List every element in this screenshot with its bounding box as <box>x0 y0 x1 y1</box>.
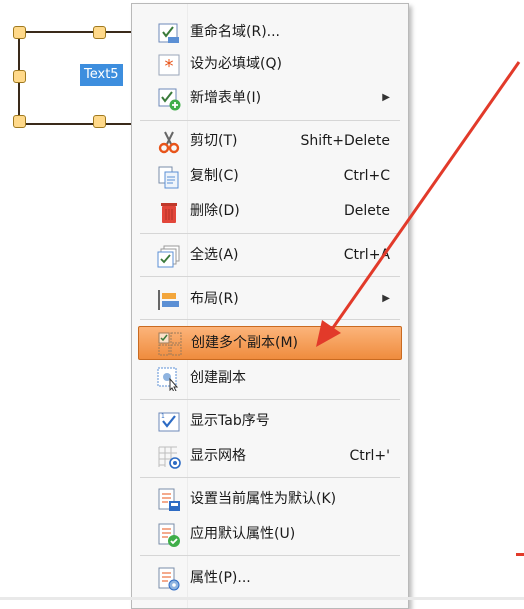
menu-separator <box>140 477 400 478</box>
copy-icon <box>157 165 181 189</box>
field-name-tag: Text5 <box>80 64 123 86</box>
required-asterisk-icon: * <box>157 53 181 77</box>
trash-icon <box>157 200 181 224</box>
submenu-arrow-icon: ▶ <box>382 92 390 103</box>
properties-icon <box>157 567 181 591</box>
svg-text:*: * <box>165 56 174 77</box>
resize-handle-top-middle[interactable] <box>93 26 106 39</box>
menu-item-layout[interactable]: 布局(R) ▶ <box>132 283 408 315</box>
menu-item-cut[interactable]: 剪切(T) Shift+Delete <box>132 125 408 157</box>
menu-separator <box>140 319 400 320</box>
menu-item-properties[interactable]: 属性(P)... <box>132 562 408 594</box>
resize-handle-bottom-middle[interactable] <box>93 115 106 128</box>
menu-separator <box>140 276 400 277</box>
menu-item-show-grid[interactable]: 显示网格 Ctrl+' <box>132 440 408 472</box>
annotation-mark <box>516 553 524 556</box>
select-all-icon <box>157 244 181 268</box>
tab-order-icon: 1 <box>157 410 181 434</box>
set-default-props-icon <box>157 488 181 512</box>
menu-separator <box>140 233 400 234</box>
grid-icon <box>157 445 181 469</box>
menu-item-delete[interactable]: 删除(D) Delete <box>132 195 408 227</box>
multiple-copies-icon <box>158 332 182 356</box>
menu-separator <box>140 399 400 400</box>
menu-separator <box>140 555 400 556</box>
menu-item-create-copy[interactable]: 创建副本 <box>132 362 408 394</box>
menu-item-create-multiple-copies[interactable]: 创建多个副本(M) <box>138 326 402 360</box>
submenu-arrow-icon: ▶ <box>382 293 390 304</box>
resize-handle-bottom-left[interactable] <box>13 115 26 128</box>
menu-item-select-all[interactable]: 全选(A) Ctrl+A <box>132 239 408 271</box>
apply-default-props-icon <box>157 523 181 547</box>
create-copy-icon <box>157 367 181 393</box>
context-menu: 重命名域(R)... * 设为必填域(Q) 新增表单(I) ▶ 剪切(T) Sh… <box>131 3 409 609</box>
menu-item-show-tab-order[interactable]: 1 显示Tab序号 <box>132 405 408 437</box>
menu-item-set-required[interactable]: * 设为必填域(Q) <box>132 48 408 80</box>
menu-item-rename[interactable]: 重命名域(R)... <box>132 16 408 48</box>
resize-handle-top-left[interactable] <box>13 26 26 39</box>
menu-separator <box>140 120 400 121</box>
rename-field-icon <box>157 21 181 45</box>
menu-item-apply-default-properties[interactable]: 应用默认属性(U) <box>132 518 408 550</box>
menu-item-new-form[interactable]: 新增表单(I) ▶ <box>132 82 408 114</box>
menu-item-copy[interactable]: 复制(C) Ctrl+C <box>132 160 408 192</box>
menu-item-set-default-properties[interactable]: 设置当前属性为默认(K) <box>132 483 408 515</box>
svg-text:1: 1 <box>161 413 165 420</box>
layout-icon <box>157 288 181 312</box>
scissors-icon <box>157 130 181 154</box>
resize-handle-middle-left[interactable] <box>13 70 26 83</box>
new-form-icon <box>157 87 181 111</box>
